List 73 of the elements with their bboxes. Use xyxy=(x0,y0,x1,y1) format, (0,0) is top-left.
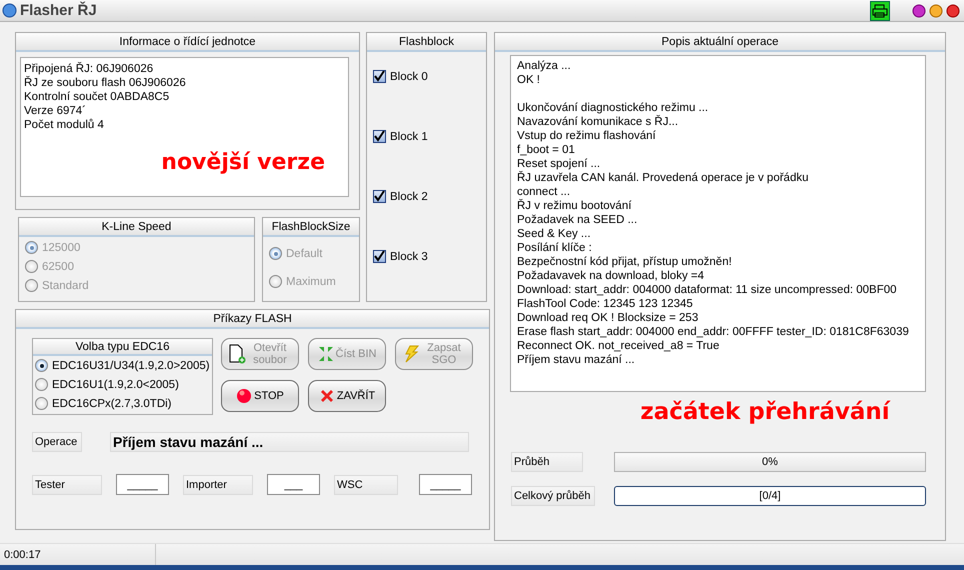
field-label: Importer xyxy=(183,474,253,494)
minimize-button[interactable] xyxy=(912,4,926,18)
annotation: novější verze xyxy=(160,149,326,178)
panel-title: Informace o řídící jednotce xyxy=(16,33,359,52)
log-line: OK ! xyxy=(517,73,542,87)
operation-label: Operace xyxy=(32,432,82,452)
maximize-button[interactable] xyxy=(929,4,943,18)
operation-status: Příjem stavu mazání ... xyxy=(110,432,469,452)
panel-title: FlashBlockSize xyxy=(263,218,359,237)
log-line: Download: start_addr: 004000 dataformat: 11 size uncompressed: 00BF00 xyxy=(517,283,898,297)
progress-label: Celkový průběh xyxy=(511,486,595,506)
app-icon xyxy=(2,3,17,18)
input-field[interactable]: _____ xyxy=(419,474,472,495)
window-title: Flasher ŘJ xyxy=(20,2,98,19)
checkbox[interactable] xyxy=(373,70,386,83)
checkbox[interactable] xyxy=(373,250,386,263)
close-icon xyxy=(318,388,335,404)
radio-option[interactable]: EDC16U1(1.9,2.0<2005) xyxy=(35,378,210,391)
log-line: Vstup do režimu flashování xyxy=(517,129,657,143)
radio-option[interactable]: EDC16U31/U34(1.9,2.0>2005) xyxy=(35,359,210,372)
log-line: Ukončování diagnostického režimu ... xyxy=(517,101,710,115)
log-line: Erase flash start_addr: 004000 end_addr: 00FFFF tester_ID: 0181C8F63039 xyxy=(517,325,910,339)
info-line: Kontrolní součet 0ABDA8C5 xyxy=(24,90,170,104)
radio-option[interactable]: EDC16CPx(2.7,3.0TDi) xyxy=(35,397,210,410)
log-line: Seed & Key ... xyxy=(517,227,592,241)
panel-title: Příkazy FLASH xyxy=(16,310,489,329)
info-line: Připojená ŘJ: 06J906026 xyxy=(24,62,154,76)
field-label: WSC xyxy=(334,474,398,494)
log-line: ŘJ uzavřela CAN kanál. Provedená operace je v pořádku xyxy=(517,171,810,185)
field-label: Tester xyxy=(32,474,102,494)
input-field[interactable]: _____ xyxy=(116,474,169,495)
block-checkbox[interactable]: Block 0 xyxy=(373,70,480,83)
info-line: Verze 6974´ xyxy=(24,104,88,118)
log-line: Posílání klíče : xyxy=(517,241,593,255)
close-button[interactable] xyxy=(946,4,960,18)
block-checkbox[interactable]: Block 1 xyxy=(373,130,480,143)
close-button[interactable]: ZAVŘÍT xyxy=(308,380,386,412)
radio-button[interactable] xyxy=(35,359,48,372)
progress-reading: [0/4] xyxy=(759,490,781,502)
printer-icon[interactable] xyxy=(870,0,890,20)
progress-reading: 0% xyxy=(762,456,778,468)
log-line: f_boot = 01 xyxy=(517,143,576,157)
stop-button[interactable]: STOP xyxy=(221,380,299,412)
log-line: connect ... xyxy=(517,185,572,199)
log-line: Reset spojení ... xyxy=(517,157,602,171)
info-line: ŘJ ze souboru flash 06J906026 xyxy=(24,76,187,90)
arrows-icon xyxy=(318,346,334,362)
log-line: Požadavavek na download, bloky =4 xyxy=(517,269,706,283)
log-line: Download req OK ! Blocksize = 253 xyxy=(517,311,700,325)
log-line: FlashTool Code: 12345 123 12345 xyxy=(517,297,694,311)
block-checkbox[interactable]: Block 2 xyxy=(373,190,480,203)
log-line: Bezpečnostní kód přijat, přístup umožněn! xyxy=(517,255,733,269)
stop-icon xyxy=(236,388,252,404)
block-checkbox[interactable]: Block 3 xyxy=(373,250,480,263)
log-line: Požadavek na SEED ... xyxy=(517,213,638,227)
input-field[interactable]: ___ xyxy=(267,474,320,495)
panel-title: K-Line Speed xyxy=(19,218,254,237)
radio-button[interactable] xyxy=(35,378,48,391)
info-line: Počet modulů 4 xyxy=(24,118,105,132)
checkbox[interactable] xyxy=(373,190,386,203)
radio-button[interactable] xyxy=(35,397,48,410)
annotation: začátek přehrávání xyxy=(639,398,892,427)
log-line: Navazování komunikace s ŘJ... xyxy=(517,115,680,129)
progress-label: Průběh xyxy=(511,452,583,472)
panel-title: Popis aktuální operace xyxy=(495,33,945,52)
document-plus-icon xyxy=(228,344,246,364)
log-line: Analýza ... xyxy=(517,59,572,73)
checkbox[interactable] xyxy=(373,130,386,143)
group-title: Volba typu EDC16 xyxy=(33,339,212,356)
panel-title: Flashblock xyxy=(367,33,486,52)
log-line: Příjem stavu mazání ... xyxy=(517,353,636,367)
log-line: ŘJ v režimu bootování xyxy=(517,199,632,213)
log-line: Reconnect OK. not_received_a8 = True xyxy=(517,339,720,353)
